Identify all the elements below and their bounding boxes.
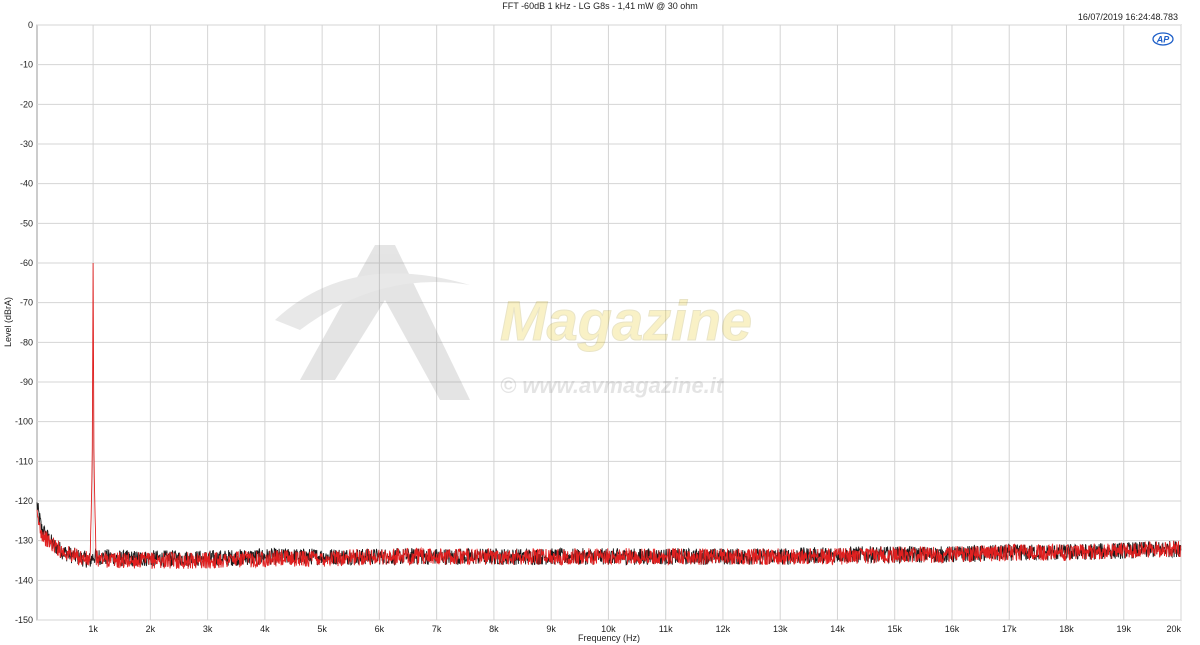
y-tick-label: -110 [16,456,33,466]
y-tick-label: 0 [28,20,33,30]
y-tick-label: -30 [20,139,33,149]
x-tick-label: 12k [716,624,731,634]
x-tick-label: 4k [260,624,270,634]
x-tick-label: 8k [489,624,499,634]
y-tick-label: -120 [15,496,33,506]
y-tick-label: -140 [15,575,33,585]
x-tick-label: 3k [203,624,213,634]
x-tick-label: 11k [659,624,673,634]
x-tick-label: 19k [1116,624,1131,634]
x-tick-label: 18k [1059,624,1074,634]
y-tick-label: -80 [20,337,33,347]
y-tick-label: -10 [20,60,33,70]
x-tick-label: 20k [1166,624,1181,634]
y-tick-label: -60 [20,258,33,268]
x-tick-label: 1k [88,624,98,634]
x-tick-label: 16k [945,624,960,634]
x-tick-label: 9k [546,624,556,634]
y-tick-label: -40 [20,179,33,189]
x-tick-label: 14k [830,624,845,634]
watermark-url: © www.avmagazine.it [500,373,725,398]
y-tick-label: -150 [15,615,33,625]
x-axis-label: Frequency (Hz) [578,633,640,643]
x-tick-label: 15k [887,624,902,634]
y-tick-label: -50 [20,218,33,228]
x-tick-label: 17k [1002,624,1017,634]
x-tick-label: 2k [146,624,156,634]
ap-logo-text: AP [1156,35,1170,45]
y-axis: 0 -10 -20 -30 -40 -50 -60 -70 -80 -90 -100 -110 -120… [15,20,33,625]
x-tick-label: 13k [773,624,788,634]
y-tick-label: -130 [15,536,33,546]
chart: Magazine © www.avmagazine.it 0 -10 -20 -30 -… [3,20,1182,643]
x-tick-label: 5k [317,624,327,634]
x-tick-label: 6k [375,624,385,634]
y-tick-label: -90 [20,377,33,387]
y-tick-label: -70 [20,298,33,308]
x-tick-label: 7k [432,624,442,634]
y-tick-label: -100 [15,417,33,427]
watermark-brand: Magazine [500,289,752,352]
y-axis-label: Level (dBrA) [3,297,13,347]
y-tick-label: -20 [20,99,33,109]
